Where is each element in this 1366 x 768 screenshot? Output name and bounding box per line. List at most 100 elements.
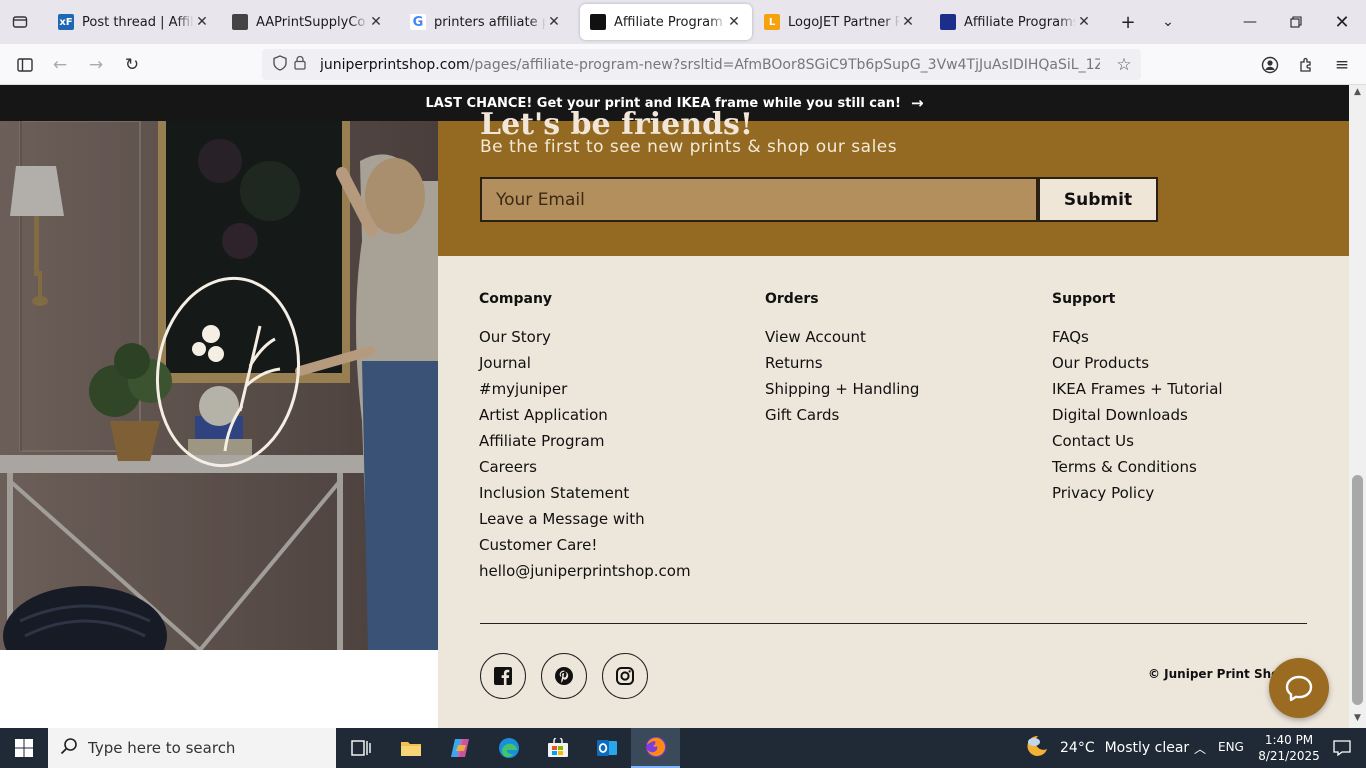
weather-widget[interactable]: 24°C Mostly clear — [1024, 728, 1189, 768]
windows-start-icon[interactable] — [0, 728, 48, 768]
tab-title: Affiliate Program new - Juniper — [614, 14, 726, 30]
newsletter-subtitle: Be the first to see new prints & shop ou… — [480, 137, 898, 157]
input-language[interactable]: ENG — [1218, 740, 1244, 754]
footer-link[interactable]: FAQs — [1052, 324, 1223, 350]
submit-button[interactable]: Submit — [1038, 177, 1158, 222]
back-arrow-icon[interactable]: ← — [45, 50, 75, 80]
footer-link[interactable]: hello@juniperprintshop.com — [479, 558, 691, 584]
taskbar-search-box[interactable] — [48, 728, 336, 768]
tab-overview-icon[interactable] — [6, 8, 34, 36]
footer-link[interactable]: Our Story — [479, 324, 691, 350]
firefox-icon[interactable] — [631, 728, 680, 768]
close-tab-icon[interactable]: ✕ — [900, 14, 916, 30]
footer-link[interactable]: Shipping + Handling — [765, 376, 919, 402]
footer-link[interactable]: #myjuniper — [479, 376, 691, 402]
browser-tab[interactable]: L LogoJET Partner Program✕ — [754, 4, 926, 40]
lifestyle-photo — [0, 121, 438, 650]
footer-link[interactable]: Our Products — [1052, 350, 1223, 376]
close-tab-icon[interactable]: ✕ — [194, 14, 210, 30]
new-tab-icon[interactable]: + — [1114, 8, 1142, 36]
email-input[interactable] — [480, 177, 1038, 222]
app-menu-icon[interactable]: ≡ — [1327, 50, 1357, 80]
browser-tab[interactable]: xF Post thread | Affiliate Website✕ — [48, 4, 220, 40]
windows-taskbar: 24°C Mostly clear ︿ ENG 1:40 PM 8/21/202… — [0, 728, 1366, 768]
xenforo-icon: xF — [58, 14, 74, 30]
footer-link[interactable]: Affiliate Program — [479, 428, 691, 454]
notification-center-icon[interactable] — [1322, 728, 1362, 768]
footer-link[interactable]: IKEA Frames + Tutorial — [1052, 376, 1223, 402]
page-scrollbar[interactable]: ▲ ▼ — [1349, 85, 1366, 728]
instagram-icon[interactable] — [602, 653, 648, 699]
browser-tab[interactable]: AAPrintSupplyCo review✕ — [222, 4, 394, 40]
footer-column-support: Support FAQs Our Products IKEA Frames + Tu… — [1052, 291, 1223, 506]
scroll-thumb[interactable] — [1352, 475, 1363, 705]
sidebar-toggle-icon[interactable] — [10, 50, 40, 80]
footer-heading-support: Support — [1052, 291, 1116, 307]
copilot-icon[interactable] — [435, 728, 484, 768]
account-icon[interactable] — [1255, 50, 1285, 80]
close-window-icon[interactable]: ✕ — [1328, 8, 1356, 36]
pinterest-icon[interactable] — [541, 653, 587, 699]
outlook-icon[interactable] — [582, 728, 631, 768]
footer-link[interactable]: Careers — [479, 454, 691, 480]
edge-icon[interactable] — [484, 728, 533, 768]
tracking-shield-icon[interactable] — [270, 54, 290, 75]
file-explorer-icon[interactable] — [386, 728, 435, 768]
tab-title: LogoJET Partner Program — [788, 14, 900, 30]
juniper-icon — [590, 14, 606, 30]
copyright-text: © Juniper Print Shop — [1148, 667, 1288, 681]
store-icon[interactable] — [533, 728, 582, 768]
footer-link[interactable]: Contact Us — [1052, 428, 1223, 454]
url-text[interactable]: juniperprintshop.com/pages/affiliate-pro… — [320, 57, 1100, 73]
clock-date: 8/21/2025 — [1258, 749, 1320, 763]
tray-overflow-chevron-icon[interactable]: ︿ — [1190, 728, 1210, 768]
footer-link[interactable]: Privacy Policy — [1052, 480, 1223, 506]
extensions-icon[interactable] — [1291, 50, 1321, 80]
footer-link[interactable]: Artist Application — [479, 402, 691, 428]
scroll-up-arrow-icon[interactable]: ▲ — [1349, 87, 1366, 101]
tab-title: printers affiliate program — [434, 14, 546, 30]
tab-list-chevron-icon[interactable]: ⌄ — [1154, 8, 1182, 36]
system-clock[interactable]: 1:40 PM 8/21/2025 — [1256, 732, 1322, 764]
browser-tab[interactable]: Affiliate Programs - Earn✕ — [930, 4, 1102, 40]
padlock-icon[interactable] — [290, 55, 310, 74]
chat-bubble-icon[interactable] — [1269, 658, 1329, 718]
arrow-right-icon[interactable]: → — [911, 94, 924, 112]
moon-cloud-icon — [1024, 733, 1050, 763]
scroll-down-arrow-icon[interactable]: ▼ — [1349, 713, 1366, 727]
footer-link[interactable]: Customer Care! — [479, 532, 691, 558]
browser-tab[interactable]: Affiliate Program new - Juniper✕ — [580, 4, 752, 40]
site-footer: Company Our Story Journal #myjuniper Artist… — [438, 256, 1349, 728]
browser-tab[interactable]: Gprinters affiliate program✕ — [400, 4, 572, 40]
bookmark-star-icon[interactable]: ☆ — [1114, 55, 1134, 75]
url-path: /pages/affiliate-program-new?srsltid=Afm… — [469, 56, 1100, 73]
forward-arrow-icon[interactable]: → — [81, 50, 111, 80]
footer-link[interactable]: Gift Cards — [765, 402, 919, 428]
footer-link[interactable]: Journal — [479, 350, 691, 376]
restore-window-icon[interactable] — [1282, 8, 1310, 36]
taskbar-search-input[interactable] — [88, 739, 318, 757]
footer-link[interactable]: Inclusion Statement — [479, 480, 691, 506]
reload-icon[interactable]: ↻ — [117, 50, 147, 80]
footer-link[interactable]: Leave a Message with — [479, 506, 691, 532]
minimize-window-icon[interactable]: — — [1236, 8, 1264, 36]
task-view-icon[interactable] — [336, 728, 385, 768]
web-page: LAST CHANCE! Get your print and IKEA fra… — [0, 85, 1349, 728]
footer-link[interactable]: Terms & Conditions — [1052, 454, 1223, 480]
address-bar[interactable]: juniperprintshop.com/pages/affiliate-pro… — [262, 49, 1141, 80]
close-tab-icon[interactable]: ✕ — [368, 14, 384, 30]
weather-temp: 24°C — [1060, 740, 1095, 756]
footer-link[interactable]: Digital Downloads — [1052, 402, 1223, 428]
footer-link[interactable]: Returns — [765, 350, 919, 376]
avery-icon — [940, 14, 956, 30]
weather-description: Mostly clear — [1104, 740, 1190, 756]
close-tab-icon[interactable]: ✕ — [1076, 14, 1092, 30]
facebook-icon[interactable] — [480, 653, 526, 699]
footer-link[interactable]: View Account — [765, 324, 919, 350]
close-tab-icon[interactable]: ✕ — [726, 14, 742, 30]
chatgpt-icon — [232, 14, 248, 30]
browser-toolbar: ← → ↻ juniperprintshop.com/pages/affilia… — [0, 44, 1366, 85]
footer-heading-orders: Orders — [765, 291, 819, 307]
close-tab-icon[interactable]: ✕ — [546, 14, 562, 30]
google-icon: G — [410, 14, 426, 30]
